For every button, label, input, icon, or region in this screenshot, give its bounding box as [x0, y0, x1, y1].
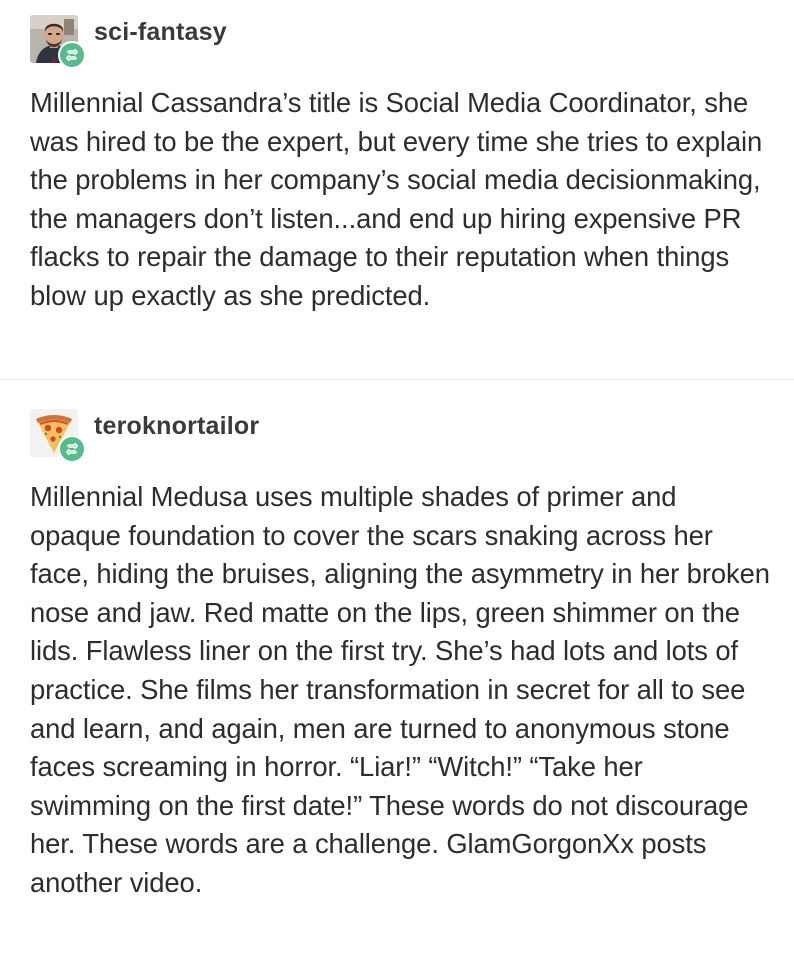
avatar-container[interactable] [30, 15, 86, 69]
reblog-icon [58, 435, 86, 463]
username-link[interactable]: teroknortailor [94, 412, 259, 441]
post-header: teroknortailor [30, 408, 770, 463]
post-body-text: Millennial Cassandra’s title is Social M… [30, 87, 763, 311]
reblog-icon [58, 41, 86, 69]
username-link[interactable]: sci-fantasy [94, 18, 227, 47]
reblog-post-sci-fantasy: sci-fantasy Millennial Cassandra’s title… [0, 0, 794, 380]
post-body-text: Millennial Medusa uses multiple shades o… [30, 481, 770, 898]
reblog-post-teroknortailor: teroknortailor Millennial Medusa uses mu… [0, 380, 794, 903]
post-header: sci-fantasy [30, 14, 770, 69]
avatar-container[interactable] [30, 409, 86, 463]
